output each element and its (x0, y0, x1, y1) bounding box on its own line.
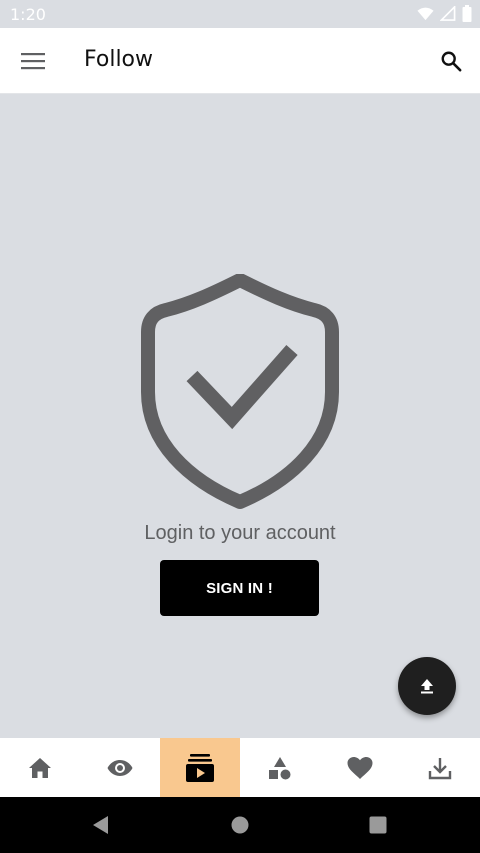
download-icon (428, 757, 452, 779)
nav-item-home[interactable] (0, 738, 80, 797)
recents-icon (369, 816, 387, 834)
shield-check-icon (141, 274, 339, 509)
category-icon (269, 756, 291, 779)
sign-in-button[interactable]: SIGN IN ! (160, 560, 319, 616)
status-icons (417, 5, 472, 22)
page-title: Follow (84, 47, 154, 72)
system-nav-bar (0, 797, 480, 853)
bottom-nav (0, 738, 480, 797)
subscriptions-icon (186, 753, 214, 782)
heart-icon (347, 756, 373, 779)
menu-icon (21, 53, 45, 70)
wifi-icon (417, 7, 434, 20)
nav-item-categories[interactable] (240, 738, 320, 797)
system-back-button[interactable] (88, 813, 112, 837)
upload-fab[interactable] (398, 657, 456, 715)
nav-item-watched[interactable] (80, 738, 160, 797)
app-bar: Follow (0, 28, 480, 94)
system-recents-button[interactable] (366, 813, 390, 837)
search-button[interactable] (436, 46, 466, 76)
nav-item-favorites[interactable] (320, 738, 400, 797)
status-bar: 1:20 (0, 0, 480, 28)
upload-icon (421, 679, 433, 694)
home-icon (29, 757, 51, 778)
eye-icon (107, 759, 133, 776)
battery-icon (462, 5, 472, 22)
nav-item-subscriptions[interactable] (160, 738, 240, 797)
nav-item-downloads[interactable] (400, 738, 480, 797)
search-icon (441, 51, 462, 72)
signal-icon (440, 6, 456, 21)
menu-button[interactable] (18, 46, 48, 76)
home-circle-icon (231, 816, 249, 834)
status-time: 1:20 (10, 5, 46, 24)
login-message: Login to your account (144, 522, 336, 544)
main-content: Login to your account SIGN IN ! (0, 94, 480, 738)
system-home-button[interactable] (228, 813, 252, 837)
back-icon (93, 816, 108, 834)
